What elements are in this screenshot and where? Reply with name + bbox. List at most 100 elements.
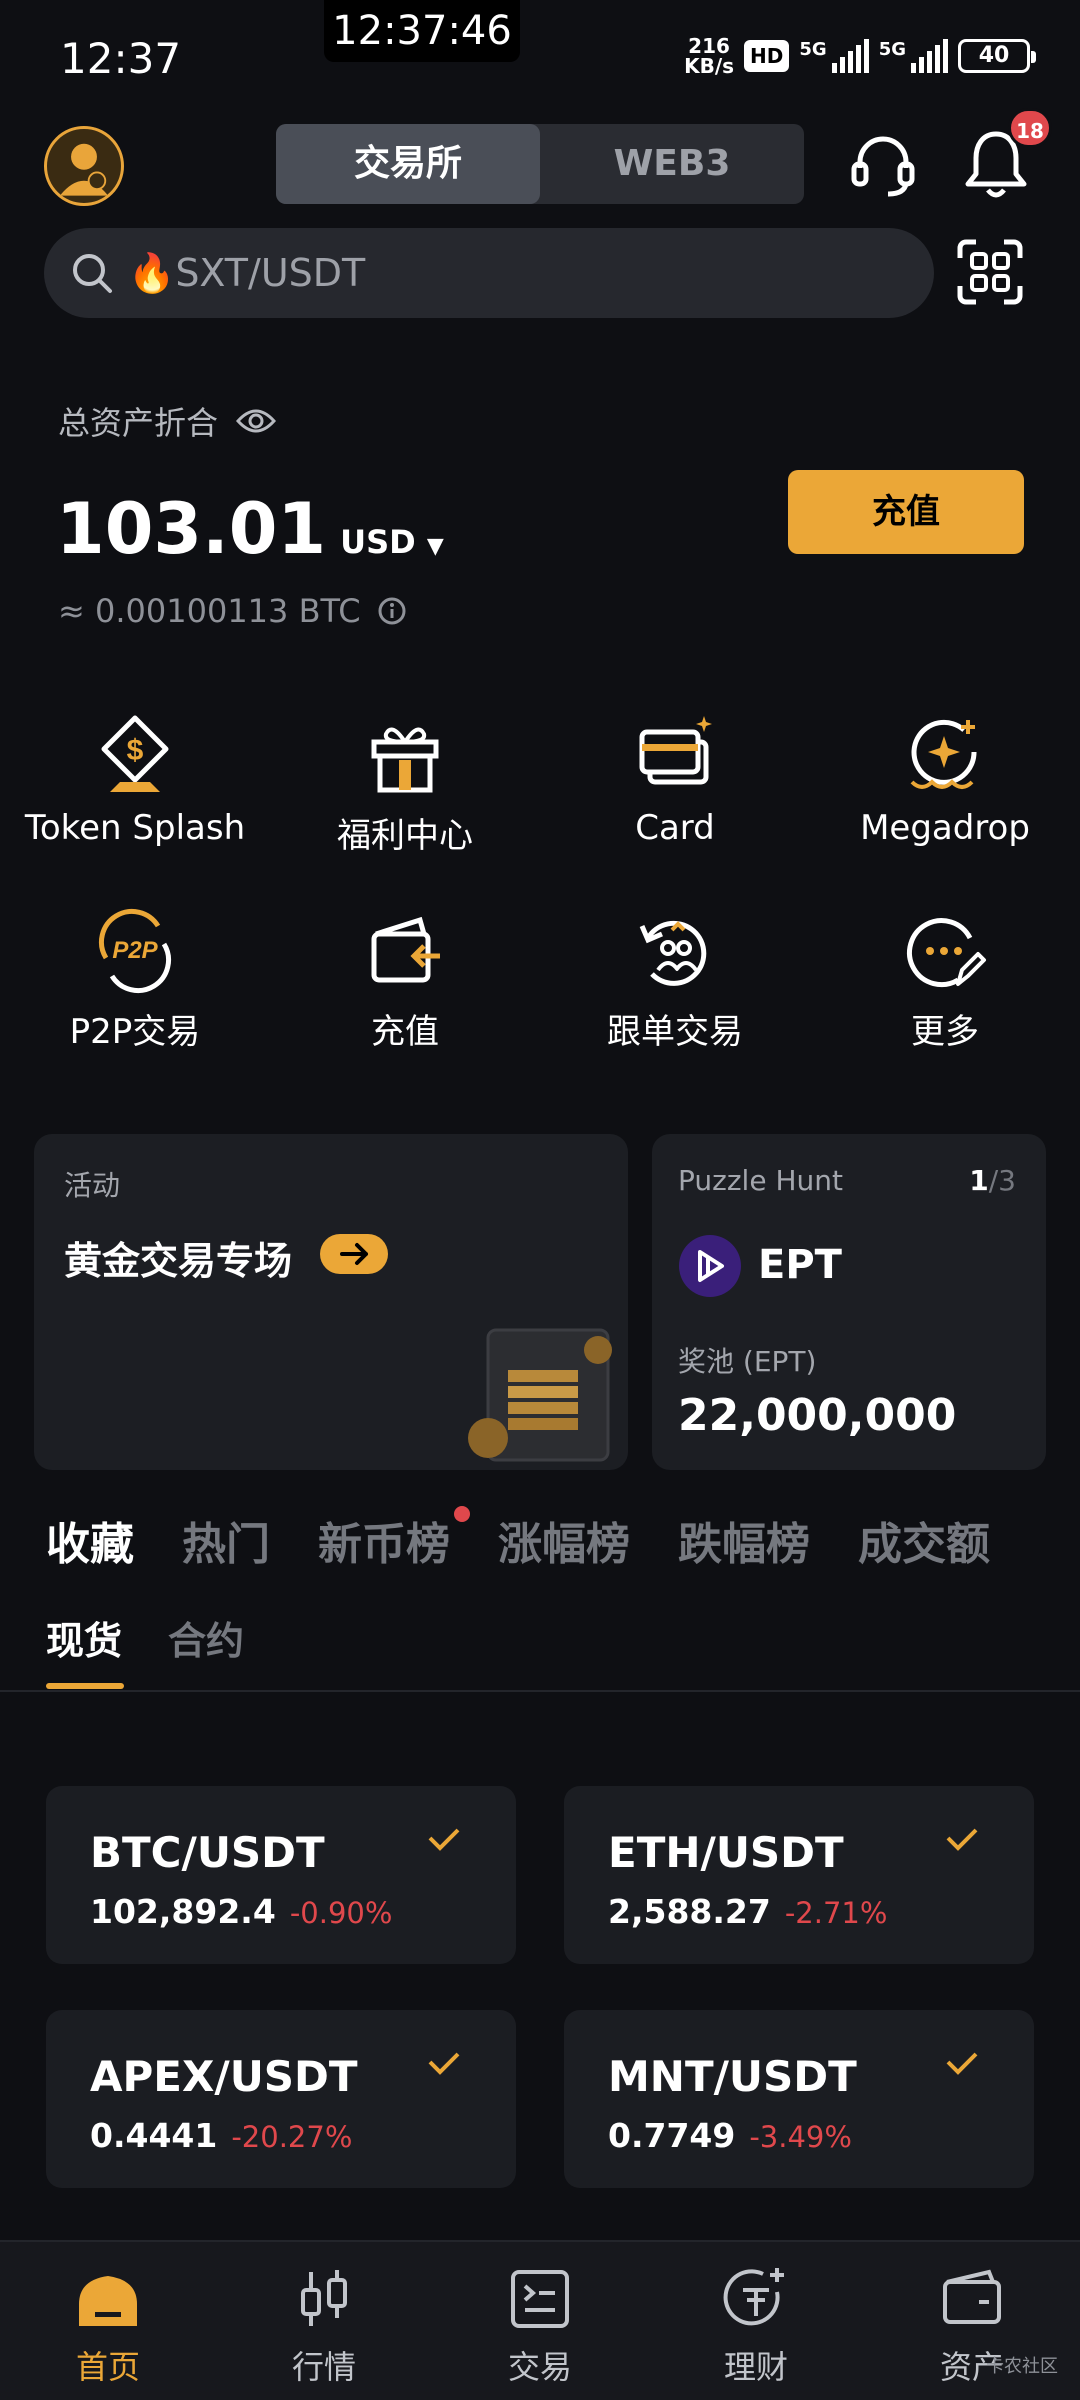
market-icon [301,2270,347,2326]
pair-name: BTC/USDT [90,1828,325,1877]
clock-pill: 12:37:46 [324,0,520,62]
asset-amount: 103.01 [56,488,327,570]
market-subtabs: 现货 合约 [46,1610,244,1689]
check-icon[interactable] [424,1824,464,1854]
market-tabs: 收藏 热门 新币榜 涨幅榜 跌幅榜 成交额 [46,1506,990,1572]
check-icon[interactable] [424,2048,464,2078]
nav-earn[interactable]: 理财 [648,2266,864,2388]
wallet-icon [943,2269,1001,2324]
trade-icon [511,2270,569,2328]
pair-name: MNT/USDT [608,2052,857,2101]
currency-selector[interactable]: USD ▼ [340,523,444,561]
shortcut-token-splash[interactable]: $ Token Splash [0,712,270,848]
pair-change: -20.27% [231,2120,353,2154]
pair-price: 102,892.4 -0.90% [90,1892,393,1931]
shortcut-welfare-center[interactable]: 福利中心 [270,712,540,857]
pool-value: 22,000,000 [678,1390,957,1441]
status-bar: 12:37 12:37:46 216 KB/s HD 5G 5G 40 [0,0,1080,110]
pair-change: -0.90% [289,1896,393,1930]
tab-losers[interactable]: 跌幅榜 [678,1508,810,1572]
megadrop-icon [910,719,977,789]
tab-favorites[interactable]: 收藏 [46,1508,134,1572]
card-icon [639,716,712,785]
tab-web3[interactable]: WEB3 [540,124,804,204]
divider [0,1690,1080,1692]
scan-icon[interactable] [956,238,1024,306]
btc-equivalent: ≈ 0.00100113 BTC [58,592,407,630]
eye-icon[interactable] [236,407,277,435]
tab-hot[interactable]: 热门 [182,1508,270,1572]
search-icon [73,254,112,293]
status-indicators: 216 KB/s HD 5G 5G 40 [684,34,1036,78]
bottom-nav: 首页 行情 交易 理财 资产 卡农社区 [0,2240,1080,2400]
gift-icon [371,727,439,793]
search-bar[interactable]: 🔥SXT/USDT [44,228,934,318]
subtab-futures[interactable]: 合约 [168,1610,244,1689]
net-speed: 216 KB/s [684,34,735,78]
caret-down-icon: ▼ [426,534,444,559]
exchange-web3-switch: 交易所 WEB3 [276,124,804,204]
subtab-spot[interactable]: 现货 [46,1610,125,1689]
total-assets-value: 103.01 USD ▼ [56,488,444,570]
earn-icon [723,2268,784,2326]
watermark: 卡农社区 [986,2356,1058,2377]
pair-price: 0.7749 -3.49% [608,2116,852,2155]
deposit-button[interactable]: 充值 [788,470,1024,554]
deposit-icon [371,916,440,983]
check-icon[interactable] [942,1824,982,1854]
signal-icon: 5G [799,39,869,73]
avatar[interactable] [44,126,124,206]
user-icon [59,143,109,196]
total-assets-label: 总资产折合 [58,398,277,444]
gold-vault-image [468,1328,612,1462]
new-dot-indicator [454,1506,470,1522]
favorite-card[interactable]: APEX/USDT 0.4441 -20.27% [46,2010,516,2188]
shortcut-more[interactable]: 更多 [810,908,1080,1053]
pair-change: -2.71% [784,1896,888,1930]
hd-badge: HD [744,40,790,72]
arrow-right-icon[interactable] [320,1234,388,1274]
pair-name: ETH/USDT [608,1828,844,1877]
p2p-icon: P2P [99,908,171,994]
tab-exchange[interactable]: 交易所 [276,124,540,204]
tab-volume[interactable]: 成交额 [858,1508,990,1572]
pair-change: -3.49% [749,2120,852,2154]
favorite-card[interactable]: MNT/USDT 0.7749 -3.49% [564,2010,1034,2188]
ept-token-icon [679,1235,741,1297]
svg-text:P2P: P2P [112,937,158,964]
token-name: EPT [758,1242,842,1288]
puzzle-hunt-card[interactable]: Puzzle Hunt 1/3 EPT 奖池 (EPT) 22,000,000 [652,1134,1046,1470]
nav-market[interactable]: 行情 [216,2266,432,2388]
activity-label: 活动 [64,1169,121,1202]
shortcut-p2p[interactable]: P2P P2P交易 [0,908,270,1053]
pair-price: 0.4441 -20.27% [90,2116,353,2155]
info-icon[interactable] [377,596,407,626]
status-time: 12:37 [60,34,182,83]
signal-icon: 5G [879,39,948,73]
headset-icon[interactable] [848,130,918,200]
favorite-card[interactable]: BTC/USDT 102,892.4 -0.90% [46,1786,516,1964]
pair-price: 2,588.27 -2.71% [608,1892,888,1931]
check-icon[interactable] [942,2048,982,2078]
shortcut-copy-trade[interactable]: 跟单交易 [540,908,810,1053]
shortcut-deposit[interactable]: 充值 [270,908,540,1053]
puzzle-pager: 1/3 [969,1164,1016,1197]
activity-title: 黄金交易专场 [64,1239,293,1283]
token-splash-icon: $ [101,715,169,792]
pool-label: 奖池 (EPT) [678,1345,817,1378]
shortcut-card[interactable]: Card [540,712,810,848]
svg-text:$: $ [127,734,144,767]
copy-trade-icon [639,920,707,986]
favorite-card[interactable]: ETH/USDT 2,588.27 -2.71% [564,1786,1034,1964]
shortcut-megadrop[interactable]: Megadrop [810,712,1080,848]
search-input[interactable]: 🔥SXT/USDT [128,251,365,296]
battery-icon: 40 [958,39,1036,73]
puzzle-label: Puzzle Hunt [678,1164,843,1197]
pair-name: APEX/USDT [90,2052,358,2101]
nav-trade[interactable]: 交易 [432,2266,648,2388]
activity-card[interactable]: 活动 黄金交易专场 [34,1134,628,1470]
tab-new-listings[interactable]: 新币榜 [318,1506,470,1572]
notification-badge: 18 [1008,108,1052,148]
nav-home[interactable]: 首页 [0,2266,216,2388]
tab-gainers[interactable]: 涨幅榜 [498,1508,630,1572]
